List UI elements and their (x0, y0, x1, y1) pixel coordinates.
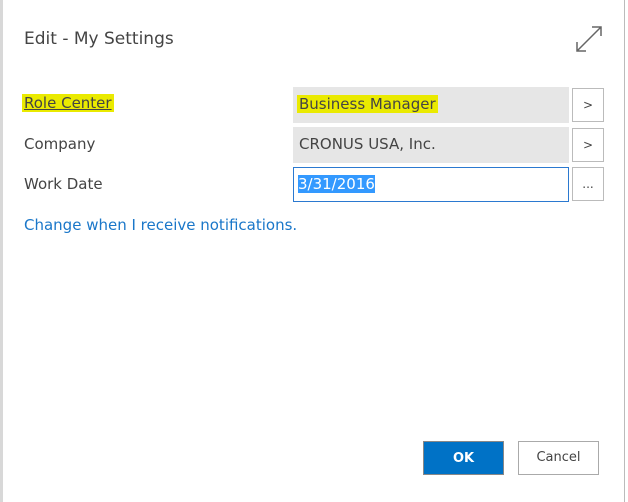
company-label: Company (24, 135, 96, 153)
cancel-button[interactable]: Cancel (518, 441, 599, 475)
work-date-picker-button[interactable]: ... (572, 167, 604, 201)
dialog-title: Edit - My Settings (24, 29, 174, 49)
work-date-label: Work Date (24, 175, 103, 193)
dialog-border (624, 0, 625, 502)
ok-button[interactable]: OK (423, 441, 504, 475)
role-center-label[interactable]: Role Center (22, 94, 114, 112)
company-field[interactable]: CRONUS USA, Inc. (293, 127, 569, 163)
role-center-lookup-button[interactable]: > (572, 88, 604, 122)
background-edge (0, 0, 3, 502)
work-date-input[interactable]: 3/31/2016 (293, 167, 569, 202)
expand-icon[interactable] (574, 24, 604, 54)
company-lookup-button[interactable]: > (572, 128, 604, 162)
role-center-field[interactable]: Business Manager (293, 87, 569, 123)
notifications-link[interactable]: Change when I receive notifications. (24, 216, 297, 234)
